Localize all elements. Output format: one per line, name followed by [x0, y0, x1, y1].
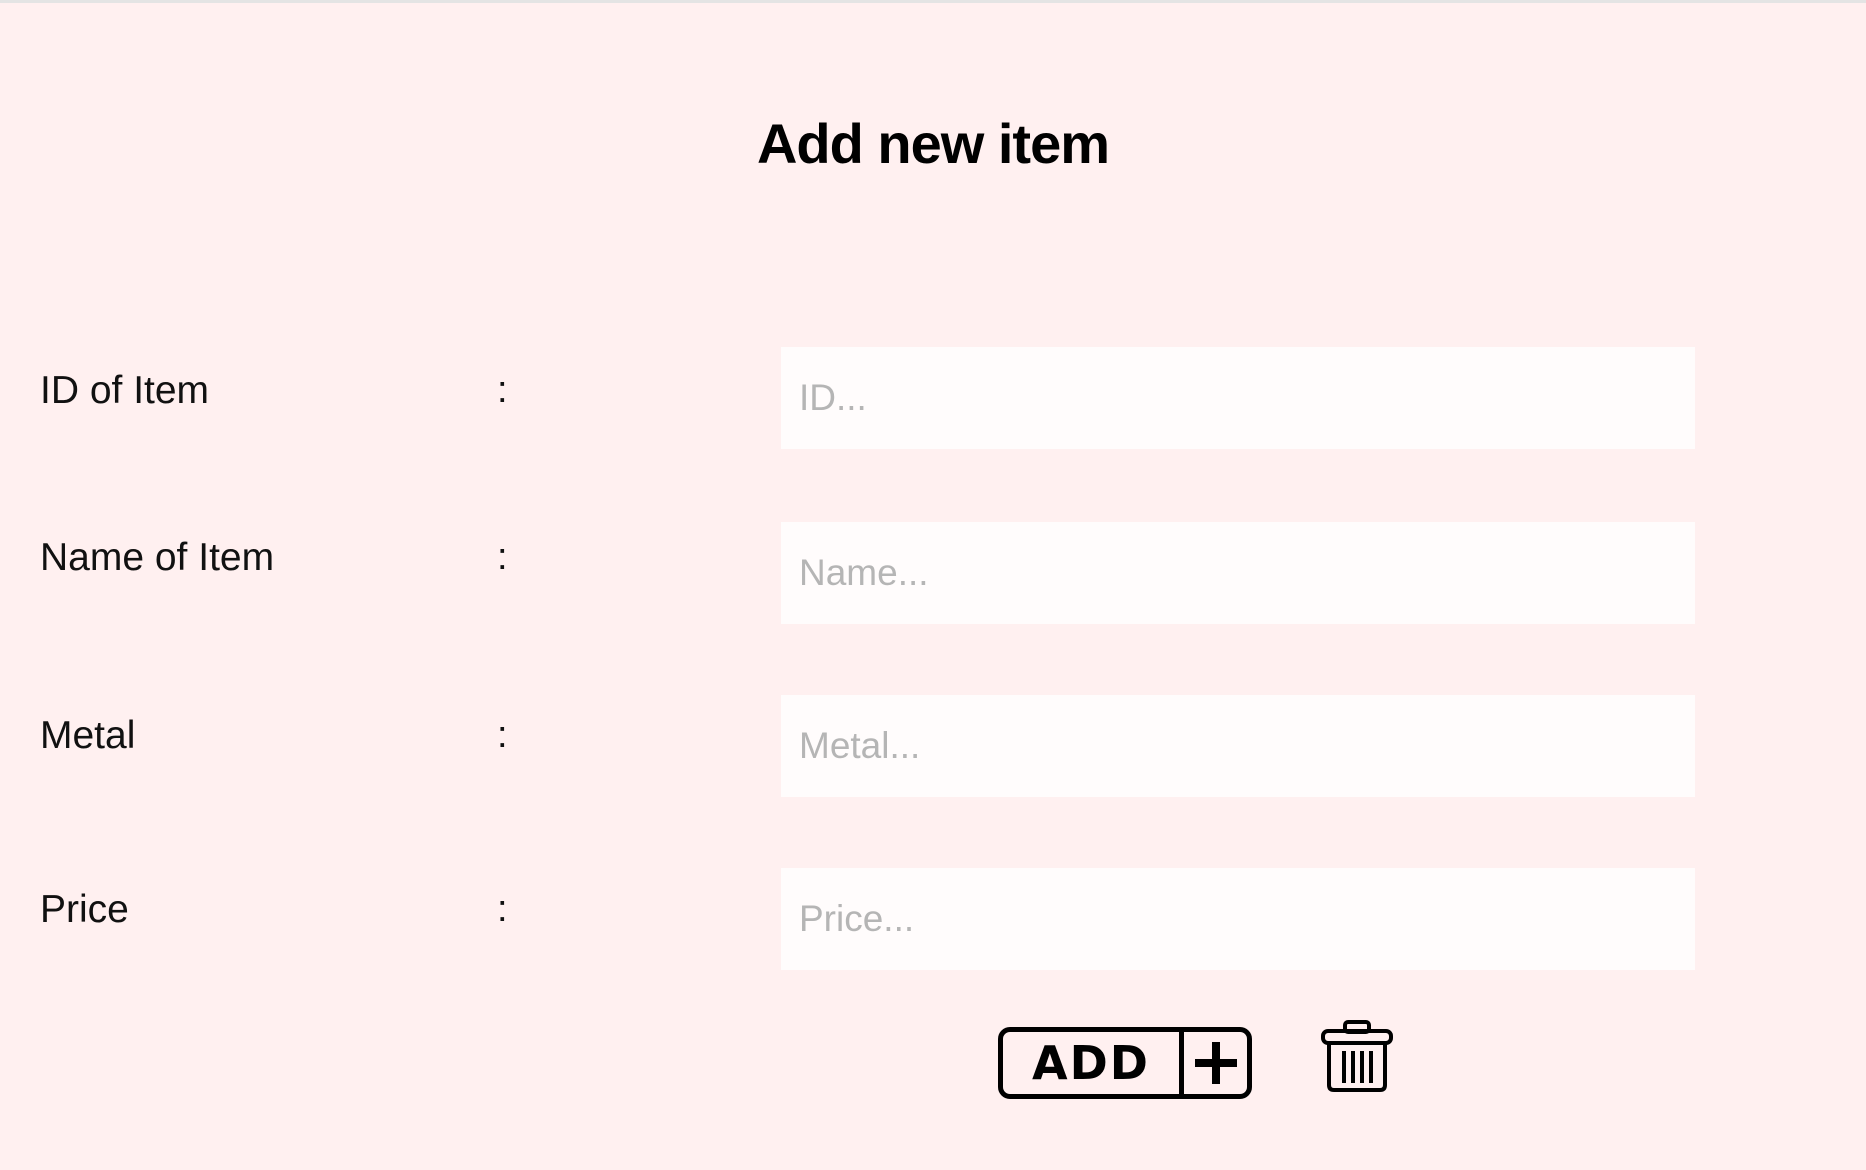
delete-button[interactable] [1318, 1019, 1396, 1093]
price-label: Price [40, 888, 129, 931]
id-separator: : [497, 369, 508, 411]
metal-separator: : [497, 714, 508, 756]
id-input[interactable] [781, 347, 1695, 449]
add-button[interactable]: ADD [998, 1027, 1252, 1099]
add-item-page: Add new item ID of Item : Name of Item :… [0, 0, 1866, 1170]
name-label: Name of Item [40, 536, 275, 579]
name-separator: : [497, 536, 508, 578]
id-label: ID of Item [40, 369, 210, 412]
plus-icon [1184, 1032, 1247, 1094]
trash-icon [1321, 1020, 1393, 1092]
add-button-label: ADD [1003, 1032, 1184, 1094]
name-input[interactable] [781, 522, 1695, 624]
price-input[interactable] [781, 868, 1695, 970]
price-separator: : [497, 888, 508, 930]
metal-input[interactable] [781, 695, 1695, 797]
metal-label: Metal [40, 714, 136, 757]
page-title: Add new item [756, 112, 1110, 175]
